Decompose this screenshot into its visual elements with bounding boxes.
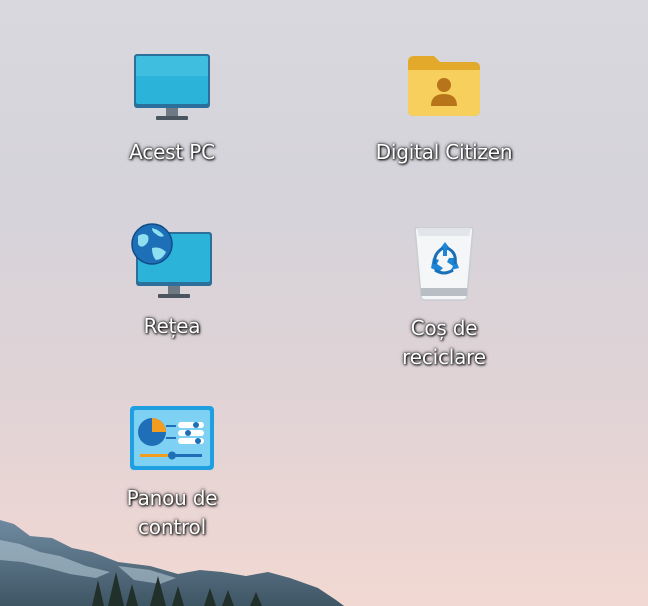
wallpaper-background: [0, 520, 344, 606]
desktop-icon-network[interactable]: Rețea: [112, 222, 232, 341]
icon-label: Coș de reciclare: [402, 316, 486, 369]
icon-label: Rețea: [143, 314, 201, 338]
desktop-icon-control-panel[interactable]: Panou de control: [112, 404, 232, 542]
desktop-icon-recycle-bin[interactable]: Coș de reciclare: [384, 222, 504, 372]
network-globe-icon: [131, 223, 212, 298]
desktop-icon-this-pc[interactable]: Acest PC: [112, 50, 232, 167]
computer-monitor-icon: [134, 54, 210, 120]
user-folder-icon: [408, 56, 480, 116]
control-panel-icon: [130, 406, 214, 470]
icon-label: Panou de control: [126, 486, 218, 539]
icon-label: Acest PC: [129, 140, 215, 164]
desktop-icon-user-folder[interactable]: Digital Citizen: [364, 50, 524, 167]
desktop[interactable]: Acest PC Digital Citizen Rețea Coș de re…: [0, 0, 648, 606]
icon-label: Digital Citizen: [375, 140, 513, 164]
recycle-bin-icon: [414, 227, 474, 301]
